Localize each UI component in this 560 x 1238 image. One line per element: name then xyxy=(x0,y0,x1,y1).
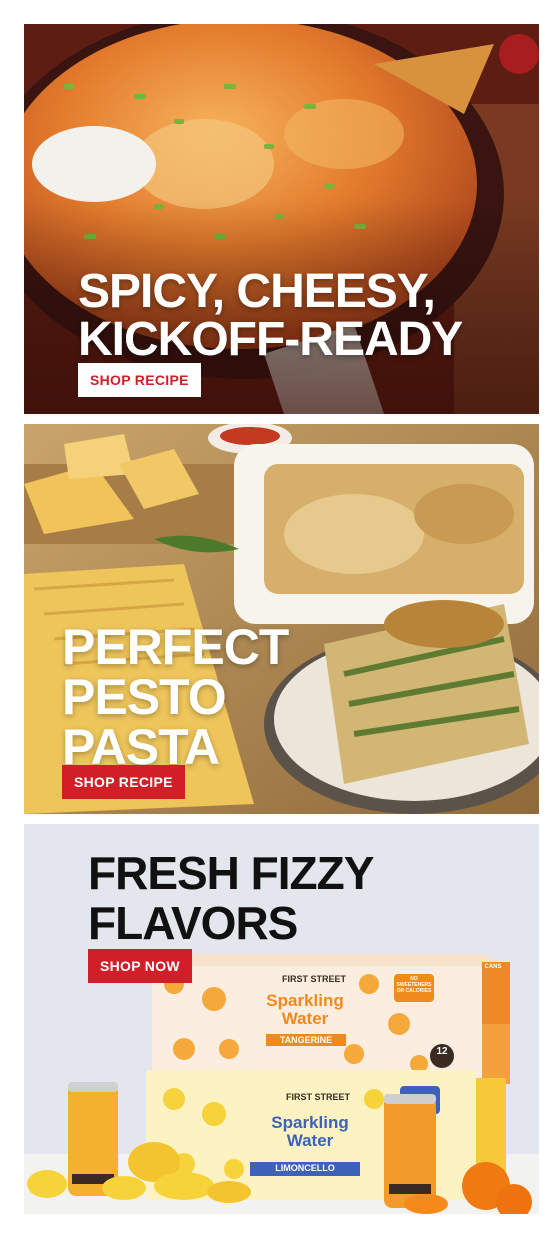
shop-now-button[interactable]: SHOP NOW xyxy=(88,949,192,983)
banner-headline: PERFECT PESTO PASTA xyxy=(62,619,289,775)
shop-recipe-button[interactable]: SHOP RECIPE xyxy=(62,765,185,799)
no-sweeteners-badge: NO SWEETENERS OR CALORIES xyxy=(396,976,432,994)
banner-headline: FRESH FIZZY FLAVORS xyxy=(88,847,374,949)
promo-banner-spicy-cheesy[interactable]: SPICY, CHEESY, KICKOFF-READY SHOP RECIPE xyxy=(24,24,539,414)
flavor-label-top: TANGERINE xyxy=(266,1034,346,1046)
promo-banner-pesto-pasta[interactable]: PERFECT PESTO PASTA SHOP RECIPE xyxy=(24,424,539,814)
can-count-unit: CANS xyxy=(484,964,502,970)
shop-recipe-button[interactable]: SHOP RECIPE xyxy=(78,363,201,397)
flavor-label-bottom: LIMONCELLO xyxy=(275,1163,335,1173)
banner-headline: SPICY, CHEESY, KICKOFF-READY xyxy=(78,265,463,366)
brand-logo-top: FIRST STREET xyxy=(282,974,347,984)
can-count-top: 12 xyxy=(436,1046,448,1057)
product-name-top: Sparkling Water xyxy=(266,991,344,1028)
brand-logo-bottom: FIRST STREET xyxy=(286,1092,351,1102)
product-name-bottom: Sparkling Water xyxy=(271,1113,349,1150)
promo-banner-sparkling-water[interactable]: FIRST STREET Sparkling Water TANGERINE N… xyxy=(24,824,539,1214)
